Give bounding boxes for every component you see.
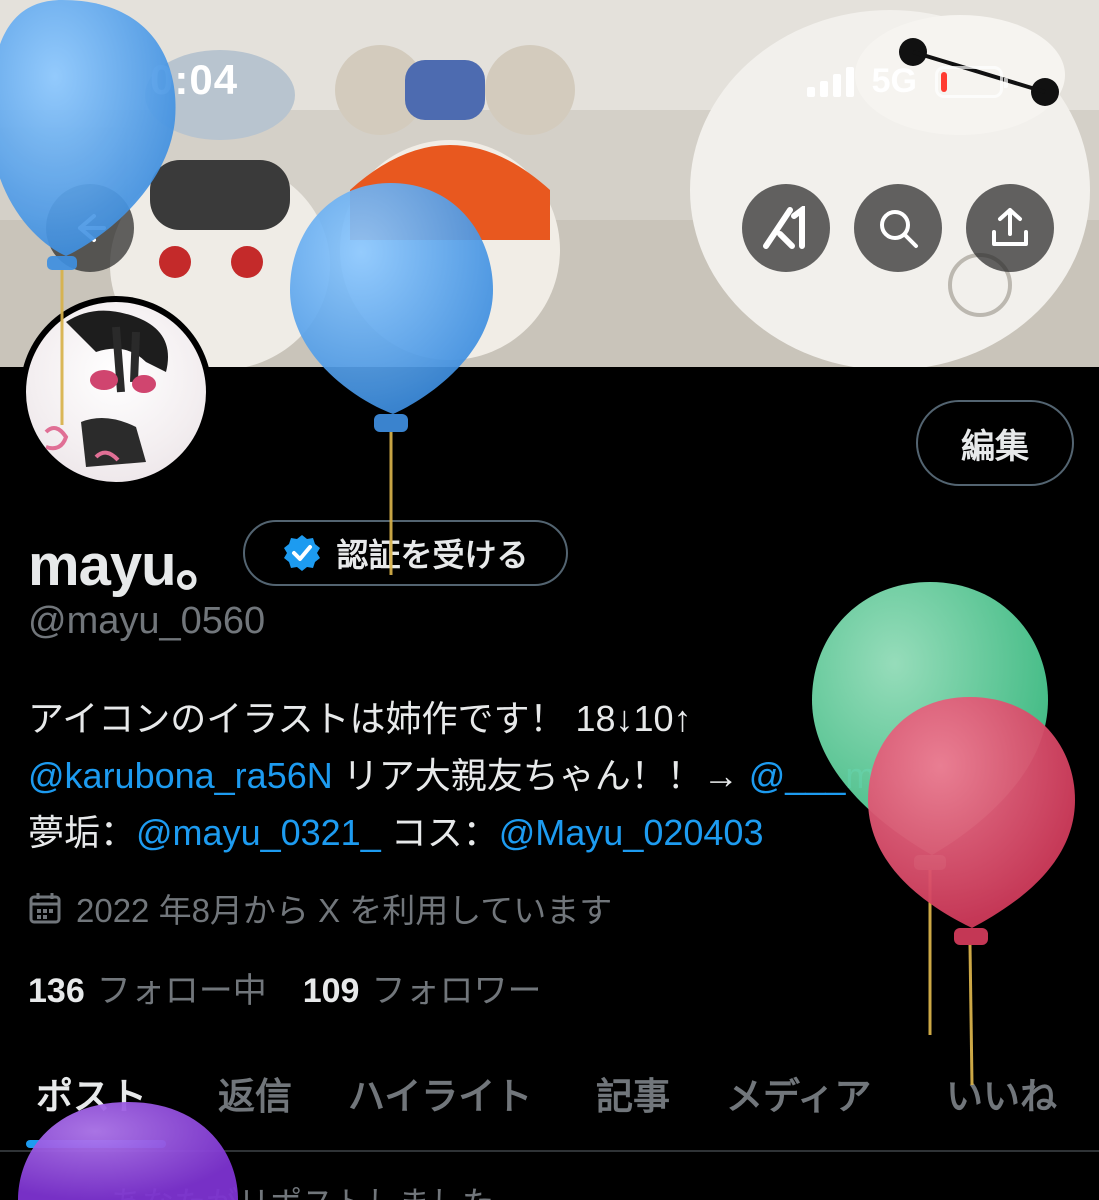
follow-stats: 136 フォロー中 109 フォロワー — [28, 963, 541, 1012]
bio-line-2: @karubona_ra56N リア大親友ちゃん！！→ @___mAyk — [28, 747, 1088, 804]
followers-label: フォロワー — [371, 972, 542, 1010]
tab-posts[interactable]: ポスト — [36, 1066, 147, 1120]
mention-link[interactable]: @karubona_ra56N — [28, 755, 333, 796]
get-verified-label: 認証を受ける — [336, 537, 529, 573]
mention-link[interactable]: @Mayu_020403 — [499, 812, 764, 853]
repost-note: あなたがリポストしました — [110, 1178, 494, 1200]
divider — [0, 1150, 1099, 1152]
join-date: 2022 年8月から X を利用しています — [28, 884, 612, 932]
get-verified-button[interactable]: 認証を受ける — [243, 520, 568, 586]
bio-line-3: 夢垢：@mayu_0321_ コス：@Mayu_020403 — [28, 804, 1088, 861]
following-link[interactable]: 136 フォロー中 — [28, 963, 267, 1012]
mention-link[interactable]: @mayu_0321_ — [136, 812, 381, 853]
search-icon — [880, 210, 918, 248]
tab-media[interactable]: メディア — [726, 1066, 871, 1120]
avatar-image — [26, 302, 206, 482]
profile-tabs: ポスト 返信 ハイライト 記事 メディア いいね — [0, 1060, 1099, 1150]
status-indicators: 5G — [806, 62, 1008, 101]
tab-replies[interactable]: 返信 — [218, 1066, 292, 1120]
verified-badge-icon — [284, 535, 321, 571]
share-icon — [992, 208, 1028, 246]
bio-text: リア大親友ちゃん！！→ — [332, 755, 749, 796]
mention-link[interactable]: @___mAyk — [749, 755, 935, 796]
grok-icon — [763, 206, 805, 249]
battery-icon — [935, 65, 1008, 98]
cellular-signal-icon — [806, 66, 854, 97]
active-tab-indicator — [26, 1140, 166, 1148]
share-button[interactable] — [966, 184, 1054, 272]
calendar-icon — [29, 893, 61, 924]
user-handle: @mayu_0560 — [28, 600, 266, 642]
join-date-text: 2022 年8月から X を利用しています — [76, 892, 613, 929]
tab-likes[interactable]: いいね — [946, 1066, 1057, 1120]
back-button[interactable] — [46, 184, 134, 272]
status-time: 0:04 — [150, 56, 239, 103]
following-count: 136 — [28, 972, 85, 1010]
network-type: 5G — [871, 62, 917, 100]
bio-line-1: アイコンのイラストは姉作です！ 18↓10↑ — [28, 698, 692, 739]
display-name: mayu。 — [28, 533, 234, 598]
bio-text: 夢垢： — [28, 812, 137, 853]
followers-count: 109 — [302, 972, 360, 1010]
bio-text: コス： — [380, 812, 499, 853]
tab-articles[interactable]: 記事 — [596, 1066, 670, 1120]
edit-profile-button[interactable]: 編集 — [916, 400, 1074, 486]
profile-bio: アイコンのイラストは姉作です！ 18↓10↑ @karubona_ra56N リ… — [28, 690, 1088, 861]
following-label: フォロー中 — [96, 972, 267, 1010]
tab-highlights[interactable]: ハイライト — [348, 1066, 532, 1120]
back-arrow-icon — [78, 214, 106, 242]
grok-button[interactable] — [742, 184, 830, 272]
avatar[interactable] — [20, 296, 212, 488]
search-button[interactable] — [854, 184, 942, 272]
followers-link[interactable]: 109 フォロワー — [303, 963, 542, 1012]
